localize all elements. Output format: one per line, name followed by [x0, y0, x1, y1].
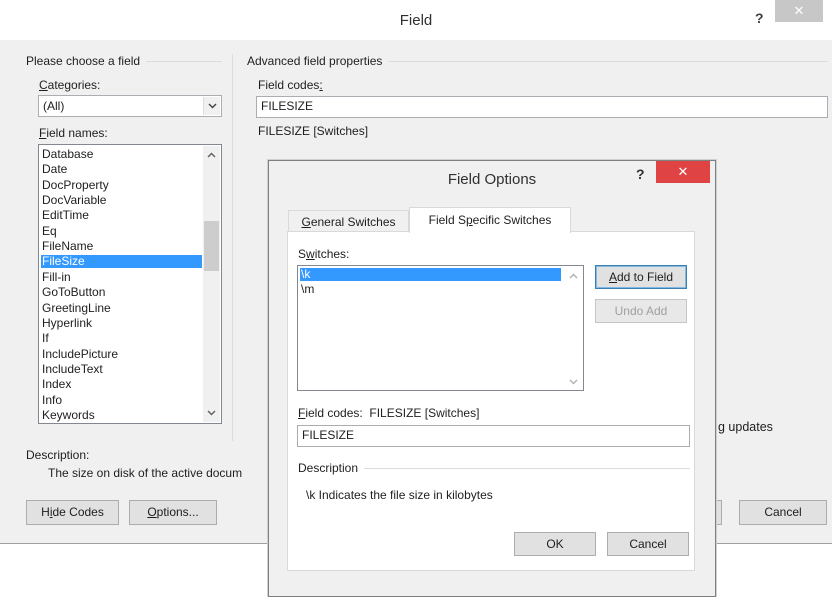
- scroll-thumb[interactable]: [204, 221, 219, 271]
- field-name-item[interactable]: Database: [41, 148, 202, 161]
- close-button[interactable]: ✕: [656, 161, 710, 183]
- help-icon[interactable]: ?: [636, 166, 645, 182]
- field-name-item[interactable]: FileSize: [41, 255, 202, 269]
- field-codes-label-text: Field codes: [258, 78, 320, 92]
- tab-general-post: eneral Switches: [310, 215, 396, 229]
- tab-general-switches[interactable]: General Switches: [288, 210, 409, 232]
- options-post: ptions...: [156, 505, 199, 519]
- field-name-item[interactable]: GreetingLine: [41, 301, 202, 315]
- options-button[interactable]: Options...: [129, 500, 217, 525]
- scroll-up-icon[interactable]: [203, 150, 220, 160]
- switches-label-pre: S: [298, 247, 307, 261]
- switches-label-accel: w: [306, 247, 315, 261]
- switches-label-post: itches:: [314, 247, 350, 261]
- chevron-down-icon[interactable]: [203, 97, 220, 115]
- field-name-item[interactable]: Info: [41, 393, 202, 407]
- field-codes-label: Field codes:: [258, 78, 323, 92]
- add-to-field-accel: A: [608, 270, 617, 284]
- advanced-group-title: Advanced field properties: [247, 54, 389, 68]
- field-codes-label-accel: :: [319, 78, 323, 92]
- preserve-formatting-label: g updates: [718, 420, 773, 434]
- hide-codes-post: de Codes: [52, 505, 104, 519]
- options-accel: O: [147, 505, 157, 519]
- help-icon[interactable]: ?: [755, 10, 764, 26]
- categories-combobox[interactable]: (All): [38, 95, 222, 117]
- field-name-item[interactable]: Eq: [41, 224, 202, 238]
- field-specific-switches-panel: Switches: \k \m Add to Field Undo Add Fie…: [287, 231, 695, 571]
- tab-specific-accel: p: [465, 213, 473, 227]
- field-options-dialog: Field Options ? ✕ General Switches Field…: [268, 160, 716, 597]
- field-name-item[interactable]: GoToButton: [41, 286, 202, 299]
- scroll-up-icon[interactable]: [565, 271, 582, 281]
- field-name-item[interactable]: IncludePicture: [41, 347, 202, 361]
- cancel-button[interactable]: Cancel: [739, 500, 827, 525]
- categories-value: (All): [43, 99, 65, 113]
- vertical-separator: [232, 54, 233, 441]
- undo-add-button[interactable]: Undo Add: [595, 299, 687, 323]
- field-name-item[interactable]: Index: [41, 378, 202, 391]
- switches-listbox[interactable]: \k \m: [297, 265, 584, 391]
- field-names-listbox[interactable]: Database Date DocProperty DocVariable EditTi…: [38, 144, 222, 424]
- fo-cancel-button[interactable]: Cancel: [607, 532, 689, 556]
- fo-description-title: Description: [298, 461, 365, 475]
- add-to-field-post: dd to Field: [616, 270, 674, 284]
- fo-field-codes-post: ield codes:: [305, 406, 363, 420]
- field-name-item[interactable]: FileName: [41, 240, 202, 253]
- ok-button[interactable]: OK: [514, 532, 596, 556]
- field-name-item[interactable]: IncludeText: [41, 362, 202, 376]
- ok-button-partial[interactable]: [716, 500, 722, 525]
- switches-label: Switches:: [298, 247, 349, 261]
- scroll-down-icon[interactable]: [565, 377, 582, 387]
- description-text: The size on disk of the active docum: [48, 466, 243, 480]
- fo-field-codes-input[interactable]: FILESIZE: [297, 425, 690, 447]
- field-name-item[interactable]: DocProperty: [41, 178, 202, 192]
- fo-description-text: \k Indicates the file size in kilobytes: [306, 488, 493, 502]
- switch-item[interactable]: \k: [300, 268, 561, 281]
- close-button[interactable]: ✕: [775, 0, 823, 22]
- field-names-scrollbar[interactable]: [203, 146, 220, 422]
- field-name-item[interactable]: Hyperlink: [41, 316, 202, 330]
- field-names-label: Field names:: [39, 126, 108, 140]
- field-names-label-text: ield names:: [46, 126, 108, 140]
- field-name-item[interactable]: If: [41, 332, 202, 345]
- add-to-field-button[interactable]: Add to Field: [595, 265, 687, 289]
- tab-specific-post: ecific Switches: [472, 213, 552, 227]
- field-name-item[interactable]: Date: [41, 163, 202, 176]
- fo-field-codes-label: Field codes: FILESIZE [Switches]: [298, 406, 479, 420]
- field-name-item[interactable]: Fill-in: [41, 270, 202, 284]
- field-dialog-title: Field: [399, 12, 433, 29]
- switch-item[interactable]: \m: [300, 283, 561, 296]
- hide-codes-pre: H: [41, 505, 50, 519]
- field-name-item[interactable]: DocVariable: [41, 194, 202, 207]
- hide-codes-button[interactable]: Hide Codes: [26, 500, 119, 525]
- categories-label-text: ategories:: [47, 78, 101, 92]
- field-name-item[interactable]: EditTime: [41, 209, 202, 222]
- categories-label: Categories:: [39, 78, 100, 92]
- switches-scrollbar[interactable]: [565, 267, 582, 389]
- choose-field-group-title: Please choose a field: [26, 54, 147, 68]
- field-codes-input[interactable]: FILESIZE: [256, 96, 828, 118]
- field-name-item[interactable]: Keywords: [41, 408, 202, 422]
- field-codes-syntax: FILESIZE [Switches]: [258, 124, 369, 138]
- tab-general-accel: G: [301, 215, 311, 229]
- tab-specific-pre: Field S: [428, 213, 466, 227]
- fo-field-codes-syntax: FILESIZE [Switches]: [369, 406, 480, 420]
- tab-field-specific-switches[interactable]: Field Specific Switches: [409, 207, 571, 233]
- description-label: Description:: [26, 448, 90, 462]
- scroll-down-icon[interactable]: [203, 408, 220, 418]
- categories-label-accel: C: [39, 78, 48, 92]
- field-options-title: Field Options: [447, 171, 537, 188]
